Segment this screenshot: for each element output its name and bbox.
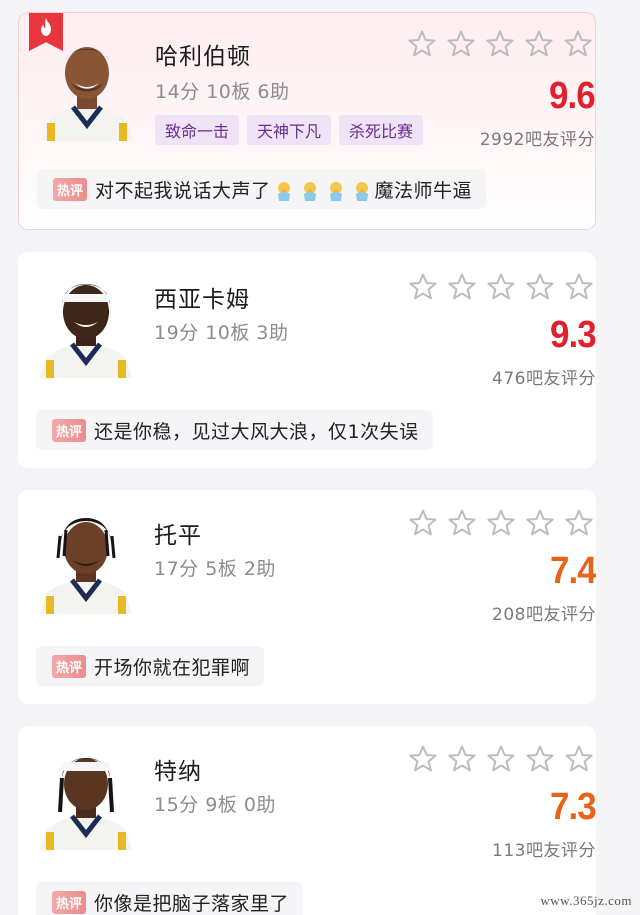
comment-text: 你像是把脑子落家里了 xyxy=(94,892,290,915)
praying-hands-icon xyxy=(273,180,295,202)
hot-comment[interactable]: 热评 对不起我说话大声了 魔法师牛逼 xyxy=(37,169,487,209)
player-card-turner[interactable]: 特纳 15分 9板 0助 7.3 113吧友评分 热评 你像是把脑子落家里了 xyxy=(18,726,596,915)
star-outline-icon[interactable] xyxy=(564,744,594,774)
praying-hands-icon xyxy=(299,180,321,202)
rating-stars[interactable] xyxy=(408,744,594,774)
player-stats: 14分 10板 6助 xyxy=(155,81,290,103)
player-score: 9.6 xyxy=(549,75,595,117)
player-avatar[interactable] xyxy=(33,33,141,141)
star-outline-icon[interactable] xyxy=(524,29,554,59)
vote-count: 476吧友评分 xyxy=(492,369,596,389)
tag-item[interactable]: 杀死比赛 xyxy=(339,115,424,145)
star-outline-icon[interactable] xyxy=(408,508,438,538)
star-outline-icon[interactable] xyxy=(525,272,555,302)
player-score: 7.4 xyxy=(550,550,596,592)
player-name: 托平 xyxy=(154,523,202,549)
player-stats: 19分 10板 3助 xyxy=(154,322,289,344)
star-outline-icon[interactable] xyxy=(446,29,476,59)
hot-comment[interactable]: 热评 开场你就在犯罪啊 xyxy=(36,646,265,686)
star-outline-icon[interactable] xyxy=(447,272,477,302)
player-stats: 15分 9板 0助 xyxy=(154,794,276,816)
hot-comment-badge: 热评 xyxy=(52,418,87,442)
hot-comment-badge: 热评 xyxy=(52,654,87,678)
comment-text: 对不起我说话大声了 魔法师牛逼 xyxy=(95,176,472,203)
star-outline-icon[interactable] xyxy=(525,508,555,538)
vote-count: 113吧友评分 xyxy=(492,841,596,861)
star-outline-icon[interactable] xyxy=(407,29,437,59)
comment-text-before: 对不起我说话大声了 xyxy=(95,179,271,202)
rating-stars[interactable] xyxy=(408,272,594,302)
hot-comment-badge: 热评 xyxy=(52,890,87,914)
star-outline-icon[interactable] xyxy=(447,744,477,774)
player-avatar[interactable] xyxy=(32,506,140,614)
player-card-haliburton[interactable]: 哈利伯顿 14分 10板 6助 致命一击 天神下凡 杀死比赛 9.6 2992吧… xyxy=(18,12,596,230)
praying-hands-icon xyxy=(325,180,347,202)
player-card-toppin[interactable]: 托平 17分 5板 2助 7.4 208吧友评分 热评 开场你就在犯罪啊 xyxy=(18,490,596,704)
comment-text: 开场你就在犯罪啊 xyxy=(94,656,251,679)
player-avatar[interactable] xyxy=(32,742,140,850)
star-outline-icon[interactable] xyxy=(408,744,438,774)
player-name: 西亚卡姆 xyxy=(154,287,250,313)
player-name: 特纳 xyxy=(154,759,202,785)
star-outline-icon[interactable] xyxy=(563,29,593,59)
star-outline-icon[interactable] xyxy=(564,272,594,302)
star-outline-icon[interactable] xyxy=(564,508,594,538)
star-outline-icon[interactable] xyxy=(486,272,516,302)
player-score: 7.3 xyxy=(550,786,596,828)
player-name: 哈利伯顿 xyxy=(155,44,251,70)
hot-comment[interactable]: 热评 你像是把脑子落家里了 xyxy=(36,882,304,915)
star-outline-icon[interactable] xyxy=(485,29,515,59)
hot-comment[interactable]: 热评 还是你稳，见过大风大浪，仅1次失误 xyxy=(36,410,433,450)
tag-item[interactable]: 天神下凡 xyxy=(247,115,332,145)
star-outline-icon[interactable] xyxy=(447,508,477,538)
player-stats: 17分 5板 2助 xyxy=(154,558,276,580)
watermark: www.365jz.com xyxy=(540,893,632,908)
hot-comment-badge: 热评 xyxy=(53,177,88,201)
player-tags: 致命一击 天神下凡 杀死比赛 xyxy=(155,115,424,145)
rating-stars[interactable] xyxy=(407,29,593,59)
praying-hands-icon xyxy=(351,180,373,202)
player-avatar[interactable] xyxy=(32,270,140,378)
comment-text: 还是你稳，见过大风大浪，仅1次失误 xyxy=(94,420,419,443)
player-card-siakam[interactable]: 西亚卡姆 19分 10板 3助 9.3 476吧友评分 热评 还是你稳，见过大风… xyxy=(18,252,596,468)
star-outline-icon[interactable] xyxy=(525,744,555,774)
rating-stars[interactable] xyxy=(408,508,594,538)
vote-count: 208吧友评分 xyxy=(492,605,596,625)
player-score: 9.3 xyxy=(550,314,596,356)
star-outline-icon[interactable] xyxy=(486,744,516,774)
star-outline-icon[interactable] xyxy=(486,508,516,538)
tag-item[interactable]: 致命一击 xyxy=(155,115,240,145)
vote-count: 2992吧友评分 xyxy=(479,130,595,150)
comment-text-after: 魔法师牛逼 xyxy=(374,179,473,202)
star-outline-icon[interactable] xyxy=(408,272,438,302)
